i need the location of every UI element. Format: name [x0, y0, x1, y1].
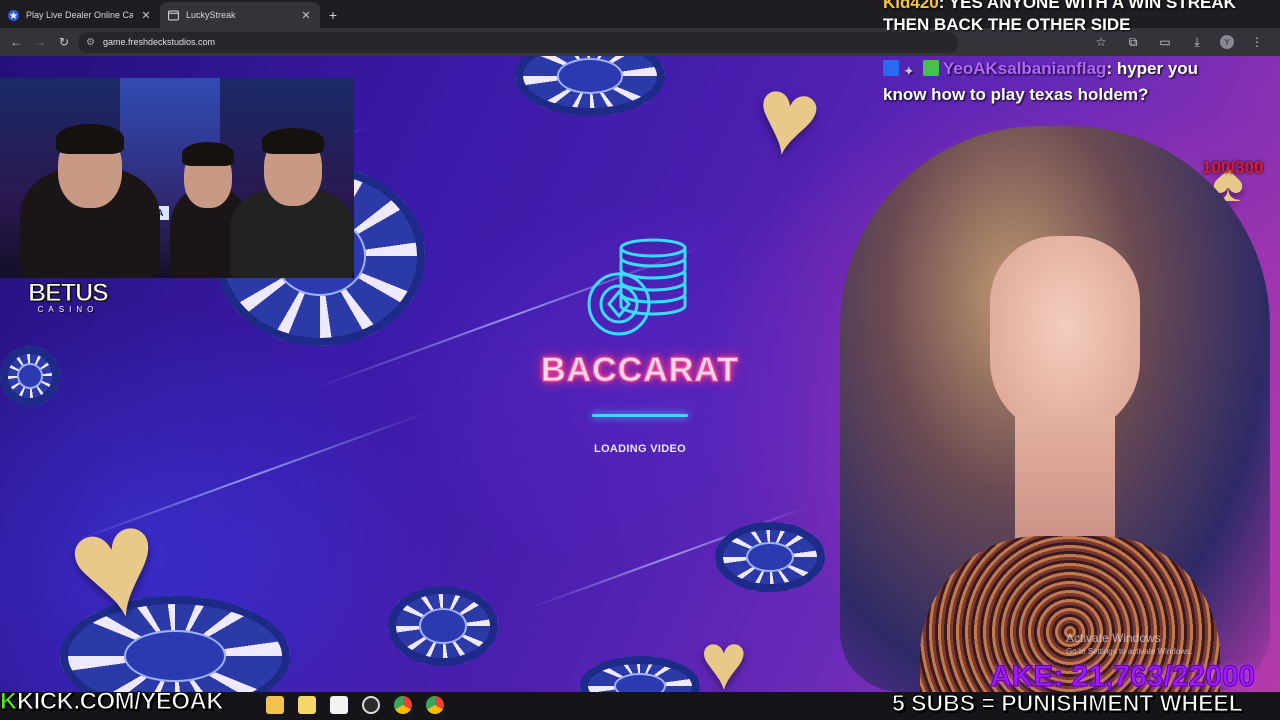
kick-url: KICK.COM/YEOAK [16, 688, 224, 716]
person-hair [182, 142, 234, 166]
loading-status: LOADING VIDEO [594, 443, 686, 455]
activate-subtitle: Go to Settings to activate Windows. [1066, 647, 1193, 656]
menu-icon[interactable]: ⋮ [1248, 32, 1266, 52]
download-icon[interactable]: ⤓ [1188, 32, 1206, 52]
tab-title: Play Live Dealer Online Casino [26, 10, 133, 20]
person-hair [56, 124, 124, 154]
game-title: BACCARAT [540, 351, 740, 390]
chat-message-continued: THEN BACK THE OTHER SIDE [883, 12, 1130, 38]
poker-chip-decoration [580, 656, 700, 692]
file-explorer-icon[interactable] [266, 696, 284, 714]
poker-chip-decoration [515, 56, 665, 116]
loading-progress-bar [592, 414, 688, 417]
hostess-artwork [830, 126, 1280, 692]
activate-windows-watermark: Activate Windows Go to Settings to activ… [1066, 631, 1192, 656]
taskbar-apps [266, 696, 444, 714]
person-left [20, 124, 160, 278]
streamer-webcam: MTA [0, 78, 354, 278]
person-hair [262, 128, 324, 154]
subs-punishment-banner: 5 SUBS = PUNISHMENT WHEEL [892, 690, 1244, 717]
chat-badge-icon [883, 60, 899, 76]
notepad-icon[interactable] [330, 696, 348, 714]
poker-chip-decoration [0, 346, 60, 406]
tab-close-icon[interactable]: ✕ [140, 9, 152, 22]
poker-chip-decoration [715, 522, 825, 592]
activate-title: Activate Windows [1066, 631, 1161, 645]
new-tab-button[interactable]: + [320, 2, 346, 28]
gift-badge-icon [923, 60, 939, 76]
page-favicon-icon [168, 10, 179, 20]
heart-suit-icon: ♥ [700, 617, 748, 692]
stream-goal-ticker: AKE: 21,763/22000 [989, 660, 1256, 694]
chat-username: YeoAKsalbanianflag [943, 59, 1107, 78]
reload-button[interactable]: ↻ [54, 32, 74, 52]
obs-icon[interactable] [362, 696, 380, 714]
site-favicon-icon [8, 9, 19, 21]
stream-counter: 100/300 [1202, 158, 1264, 177]
forward-button[interactable]: → [30, 32, 50, 52]
heart-suit-icon: ♥ [745, 56, 831, 182]
chat-badge-icon: ✦ [903, 63, 915, 79]
baccarat-logo: BACCARAT LOADING VIDEO [538, 236, 742, 455]
neck-shape [1015, 416, 1115, 556]
chat-username: Kid420 [883, 0, 939, 12]
back-button[interactable]: ← [6, 32, 26, 52]
chat-text: : YES ANYONE WITH A WIN STREAK [938, 0, 1236, 12]
tab-close-icon[interactable]: ✕ [300, 9, 312, 22]
tab-play-live-dealer[interactable]: Play Live Dealer Online Casino ✕ [0, 2, 160, 28]
kick-channel-banner: KKICK.COM/YEOAK [0, 688, 224, 716]
person-right [230, 128, 354, 278]
sponsor-subtitle: CASINO [37, 305, 99, 314]
site-info-icon[interactable]: ⚙ [86, 37, 95, 48]
chat-message: ✦ YeoAKsalbanianflag: hyper you know how … [883, 56, 1243, 108]
poker-chip-decoration [388, 586, 498, 666]
chrome-icon[interactable] [394, 696, 412, 714]
chip-stack-icon [587, 238, 687, 336]
profile-avatar[interactable]: Y [1220, 35, 1234, 49]
face-shape [990, 236, 1140, 436]
cast-icon[interactable]: ▭ [1156, 32, 1174, 52]
store-icon[interactable] [298, 696, 316, 714]
tab-luckystreak[interactable]: LuckyStreak ✕ [160, 2, 320, 28]
kick-logo: K [0, 688, 18, 716]
chat-text: THEN BACK THE OTHER SIDE [883, 15, 1131, 34]
tab-title: LuckyStreak [186, 10, 236, 20]
chrome-icon[interactable] [426, 696, 444, 714]
sponsor-logo: BETUS CASINO [0, 279, 136, 315]
address-url: game.freshdeckstudios.com [102, 37, 216, 47]
address-bar[interactable]: ⚙ game.freshdeckstudios.com [78, 31, 958, 53]
sponsor-word: BETUS [28, 279, 110, 307]
